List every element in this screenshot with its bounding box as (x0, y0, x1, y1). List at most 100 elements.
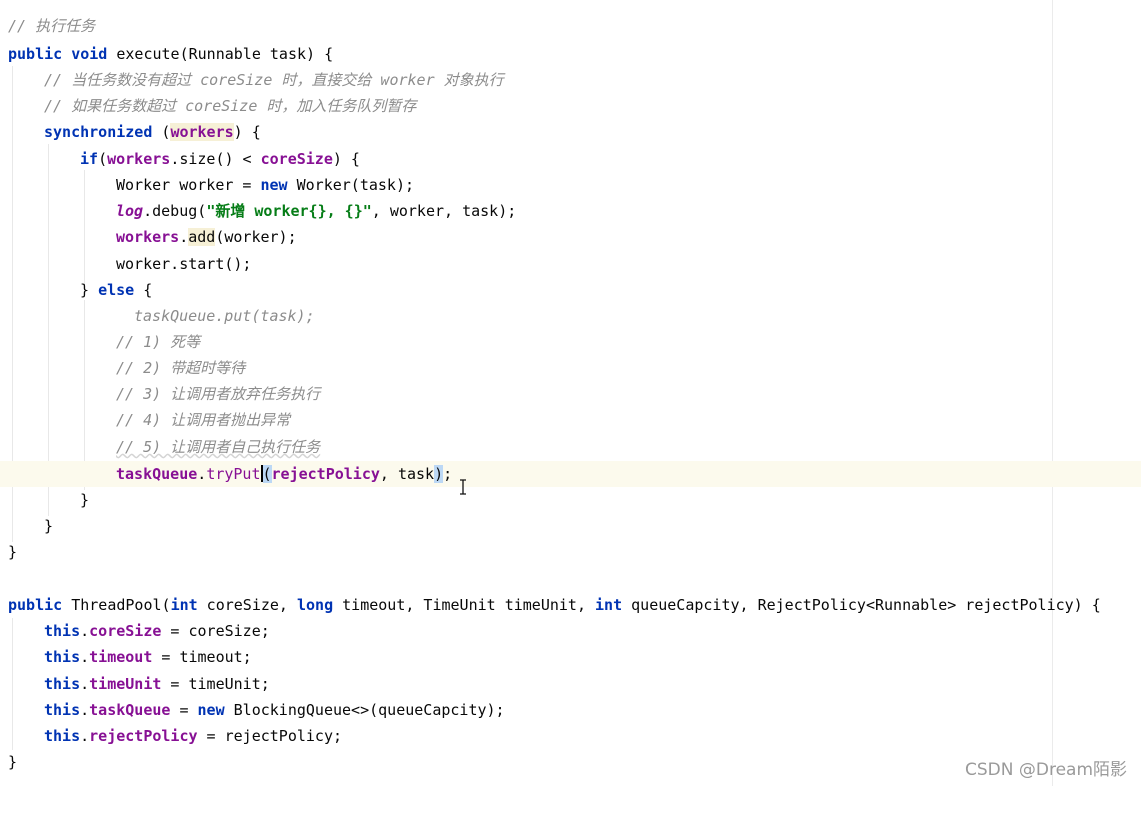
statement: workers.add(worker); (116, 224, 297, 250)
code-line[interactable]: // 当任务数没有超过 coreSize 时，直接交给 worker 对象执行 (0, 67, 1141, 93)
method-call: add (188, 228, 216, 246)
comment: // 3) 让调用者放弃任务执行 (116, 385, 321, 403)
keyword: synchronized (44, 123, 153, 141)
code-text: = rejectPolicy; (197, 727, 343, 745)
statement: this.taskQueue = new BlockingQueue<>(que… (44, 697, 505, 723)
field-ref: timeout (89, 648, 153, 666)
code-text: ( (152, 123, 171, 141)
statement: this.coreSize = coreSize; (44, 618, 270, 644)
keyword: void (71, 45, 108, 63)
code-line[interactable]: synchronized (workers) { (0, 119, 1141, 145)
code-text: . (80, 622, 90, 640)
keyword: this (44, 648, 81, 666)
code-text: ) { (233, 123, 261, 141)
keyword: new (260, 176, 288, 194)
keyword: int (170, 596, 198, 614)
code-line[interactable]: this.coreSize = coreSize; (0, 618, 1141, 644)
field-ref: taskQueue (116, 465, 198, 483)
code-line[interactable]: this.taskQueue = new BlockingQueue<>(que… (0, 697, 1141, 723)
comment: // 如果任务数超过 coreSize 时，加入任务队列暂存 (44, 97, 417, 115)
code-line[interactable]: public void execute(Runnable task) { (0, 41, 1141, 67)
code-line[interactable]: // 4) 让调用者抛出异常 (0, 407, 1141, 433)
code-text: queueCapcity, RejectPolicy<Runnable> rej… (622, 596, 1101, 614)
closing-brace: } (80, 491, 90, 509)
code-text: . (80, 648, 90, 666)
code-text: { (134, 281, 153, 299)
code-text: execute(Runnable task) { (107, 45, 334, 63)
code-text: = timeUnit; (161, 675, 270, 693)
field-ref: rejectPolicy (89, 727, 198, 745)
code-text: = coreSize; (161, 622, 270, 640)
method-call: tryPut (206, 465, 261, 483)
synchronized-block: synchronized (workers) { (44, 119, 261, 145)
keyword: else (98, 281, 135, 299)
code-line[interactable]: public ThreadPool(int coreSize, long tim… (0, 592, 1141, 618)
code-line[interactable]: workers.add(worker); (0, 224, 1141, 250)
code-text: , worker, task); (371, 202, 517, 220)
code-line[interactable]: // 如果任务数超过 coreSize 时，加入任务队列暂存 (0, 93, 1141, 119)
code-line[interactable]: this.timeUnit = timeUnit; (0, 671, 1141, 697)
code-text: . (80, 701, 90, 719)
comment: // 当任务数没有超过 coreSize 时，直接交给 worker 对象执行 (44, 71, 504, 89)
string-literal: "新增 worker{}, {}" (206, 202, 372, 220)
code-line[interactable]: } else { (0, 277, 1141, 303)
code-text: .size() < (170, 150, 261, 168)
current-code-line[interactable]: taskQueue.tryPut (rejectPolicy, task); (0, 461, 1141, 487)
code-line[interactable]: } (0, 539, 1141, 565)
code-text: timeout, TimeUnit timeUnit, (333, 596, 596, 614)
code-line[interactable]: // 2) 带超时等待 (0, 355, 1141, 381)
watermark: CSDN @Dream陌影 (964, 760, 1127, 780)
code-text: . (197, 465, 207, 483)
code-line[interactable]: log.debug("新增 worker{}, {}", worker, tas… (0, 198, 1141, 224)
code-text: Worker worker = (116, 176, 261, 194)
code-text: = (170, 701, 198, 719)
constructor-signature: public ThreadPool(int coreSize, long tim… (8, 592, 1101, 618)
closing-brace: } (44, 517, 54, 535)
commented-out-code: taskQueue.put(task); (134, 307, 315, 325)
code-text: ) { (332, 150, 360, 168)
statement: taskQueue.tryPut (rejectPolicy, task); (116, 461, 452, 487)
comment: // 4) 让调用者抛出异常 (116, 411, 291, 429)
keyword: this (44, 727, 81, 745)
code-line[interactable]: // 5) 让调用者自己执行任务 (0, 434, 1141, 460)
i-beam-cursor-icon (460, 479, 466, 495)
code-text: Worker(task); (287, 176, 415, 194)
statement: this.timeUnit = timeUnit; (44, 671, 270, 697)
code-line[interactable]: taskQueue.put(task); (0, 303, 1141, 329)
code-editor[interactable]: // 执行任务 public void execute(Runnable tas… (0, 0, 1141, 786)
code-text: .debug( (143, 202, 207, 220)
field-ref: workers (107, 150, 171, 168)
code-line[interactable]: if(workers.size() < coreSize) { (0, 146, 1141, 172)
field-ref: coreSize (89, 622, 162, 640)
code-line[interactable]: } (0, 513, 1141, 539)
code-line[interactable]: } (0, 487, 1141, 513)
code-text: (worker); (215, 228, 297, 246)
keyword: if (80, 150, 99, 168)
field-ref: workers (116, 228, 180, 246)
keyword: new (197, 701, 225, 719)
code-text: } (80, 281, 99, 299)
code-line[interactable]: this.rejectPolicy = rejectPolicy; (0, 723, 1141, 749)
field-ref: coreSize (260, 150, 333, 168)
field-ref: rejectPolicy (271, 465, 380, 483)
keyword: long (297, 596, 334, 614)
field-ref: taskQueue (89, 701, 171, 719)
code-text: = timeout; (152, 648, 252, 666)
else-clause: } else { (80, 277, 152, 303)
statement: log.debug("新增 worker{}, {}", worker, tas… (116, 198, 516, 224)
code-line[interactable]: // 执行任务 (0, 13, 1141, 39)
statement: this.rejectPolicy = rejectPolicy; (44, 723, 342, 749)
code-text: . (80, 675, 90, 693)
bracket-match: ( (262, 465, 272, 483)
code-text: , task (379, 465, 435, 483)
if-statement: if(workers.size() < coreSize) { (80, 146, 360, 172)
code-line[interactable]: // 3) 让调用者放弃任务执行 (0, 381, 1141, 407)
field-ref: timeUnit (89, 675, 162, 693)
closing-brace: } (8, 753, 18, 771)
code-line[interactable]: // 1) 死等 (0, 329, 1141, 355)
code-line[interactable]: this.timeout = timeout; (0, 644, 1141, 670)
comment: // 5) 让调用者自己执行任务 (116, 438, 321, 456)
field-ref: workers (170, 123, 234, 141)
code-line[interactable]: Worker worker = new Worker(task); (0, 172, 1141, 198)
code-line[interactable]: worker.start(); (0, 251, 1141, 277)
